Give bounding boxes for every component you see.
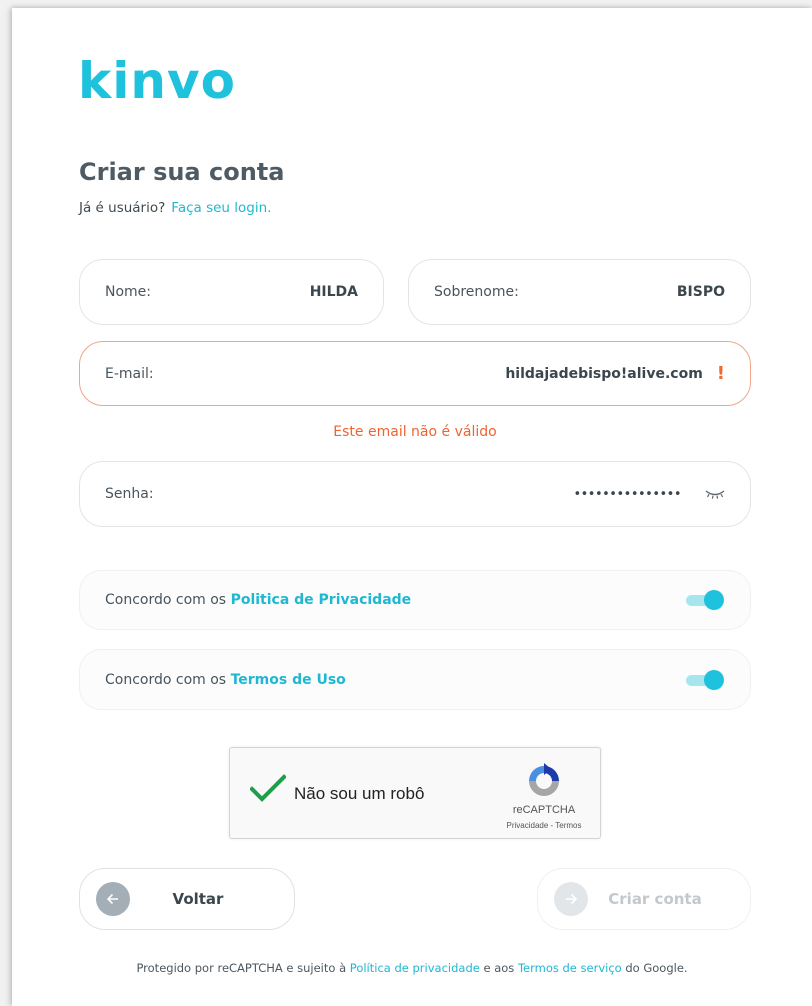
eye-closed-icon[interactable]: [705, 489, 725, 499]
email-value[interactable]: hildajadebispo!alive.com: [505, 366, 702, 382]
email-error-icon: !: [716, 363, 725, 384]
recaptcha-links: Privacidade - Termos: [504, 821, 584, 830]
login-prompt-text: Já é usuário?: [79, 200, 166, 216]
arrow-left-icon: [96, 882, 130, 916]
create-account-label: Criar conta: [608, 890, 702, 908]
last-name-value[interactable]: BISPO: [677, 284, 725, 300]
email-field[interactable]: E-mail: hildajadebispo!alive.com !: [79, 341, 751, 406]
first-name-value[interactable]: HILDA: [310, 284, 358, 300]
privacy-toggle-knob: [704, 590, 724, 610]
recaptcha-widget: Não sou um robô reCAPTCHA Privacidade - …: [229, 747, 601, 839]
recaptcha-separator: -: [550, 821, 554, 830]
checkmark-icon[interactable]: [249, 774, 287, 807]
recaptcha-footer: Protegido por reCAPTCHA e sujeito à Polí…: [12, 961, 812, 975]
recaptcha-privacy-link[interactable]: Privacidade: [506, 821, 548, 830]
email-label: E-mail:: [105, 365, 154, 382]
back-button-label: Voltar: [172, 890, 224, 908]
privacy-consent-prefix: Concordo com os: [105, 592, 227, 608]
signup-page: kinvo Criar sua conta Já é usuário? Faça …: [12, 8, 812, 1006]
privacy-toggle[interactable]: [686, 590, 724, 610]
password-value[interactable]: •••••••••••••••: [573, 487, 681, 502]
terms-consent-prefix: Concordo com os: [105, 671, 227, 688]
recaptcha-brand: reCAPTCHA Privacidade - Termos: [504, 762, 584, 830]
terms-toggle[interactable]: [686, 669, 724, 690]
email-error-message: Este email não é válido: [333, 424, 497, 440]
create-account-button[interactable]: Criar conta: [537, 868, 751, 930]
first-name-field[interactable]: Nome: HILDA: [79, 259, 384, 325]
arrow-right-icon: [554, 882, 588, 916]
recaptcha-label[interactable]: Não sou um robô: [294, 784, 424, 804]
page-title: Criar sua conta: [79, 158, 285, 186]
recaptcha-terms-link[interactable]: Termos: [555, 821, 581, 830]
recaptcha-name: reCAPTCHA: [512, 804, 576, 816]
terms-of-use-link[interactable]: Termos de Uso: [231, 672, 346, 688]
back-button[interactable]: Voltar: [79, 868, 295, 930]
terms-toggle-knob: [704, 669, 724, 690]
password-field[interactable]: Senha: •••••••••••••••: [79, 461, 751, 527]
recaptcha-logo-icon: [504, 762, 584, 800]
footer-text-mid: e aos: [483, 961, 515, 975]
kinvo-logo: kinvo: [78, 52, 236, 110]
privacy-policy-link[interactable]: Politica de Privacidade: [231, 592, 412, 608]
first-name-label: Nome:: [105, 284, 152, 300]
password-label: Senha:: [105, 486, 154, 502]
last-name-label: Sobrenome:: [434, 284, 519, 300]
footer-text-start: Protegido por reCAPTCHA e sujeito à: [136, 961, 347, 975]
last-name-field[interactable]: Sobrenome: BISPO: [408, 259, 751, 325]
login-prompt: Já é usuário? Faça seu login.: [79, 200, 271, 216]
footer-privacy-link[interactable]: Política de privacidade: [350, 961, 480, 975]
privacy-consent-text: Concordo com os Politica de Privacidade: [105, 592, 686, 608]
footer-text-end: do Google.: [625, 961, 688, 975]
privacy-consent-row: Concordo com os Politica de Privacidade: [79, 570, 751, 630]
login-link[interactable]: Faça seu login.: [171, 200, 271, 216]
terms-consent-row: Concordo com os Termos de Uso: [79, 649, 751, 710]
terms-consent-text: Concordo com os Termos de Uso: [105, 672, 686, 688]
footer-terms-link[interactable]: Termos de serviço: [518, 961, 622, 975]
